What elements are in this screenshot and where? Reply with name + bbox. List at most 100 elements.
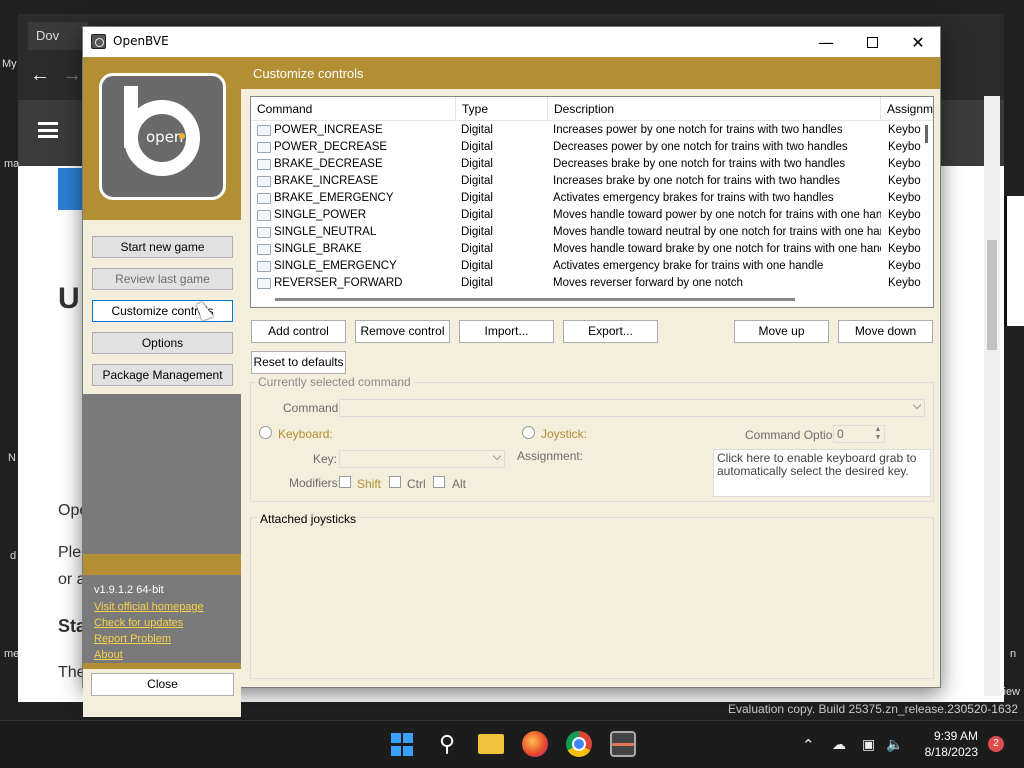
notification-badge[interactable]: 2 — [988, 736, 1004, 752]
key-label: Key: — [313, 452, 338, 466]
move-down-button[interactable]: Move down — [838, 320, 933, 343]
close-button[interactable]: Close — [91, 673, 234, 696]
clock[interactable]: 9:39 AM 8/18/2023 — [916, 728, 978, 760]
list-horizontal-thumb[interactable] — [275, 298, 795, 301]
desktop-label: me — [4, 648, 20, 660]
about-link[interactable]: About — [94, 649, 123, 661]
close-window-button[interactable]: ✕ — [895, 27, 941, 57]
joystick-radio[interactable] — [522, 426, 535, 439]
reset-defaults-button[interactable]: Reset to defaults — [251, 351, 346, 374]
network-icon[interactable]: ▣ — [862, 736, 875, 753]
desktop-label: My — [2, 58, 17, 70]
chevron-down-icon — [492, 451, 502, 461]
add-control-button[interactable]: Add control — [251, 320, 346, 343]
browser-scrollbar-thumb[interactable] — [987, 240, 997, 350]
clock-time: 9:39 AM — [933, 729, 978, 743]
review-last-game-button[interactable]: Review last game — [92, 268, 233, 290]
table-row[interactable]: BRAKE_INCREASE Digital Increases brake by … — [251, 173, 933, 190]
active-app-indicator — [612, 743, 634, 746]
command-dropdown[interactable] — [339, 399, 925, 417]
left-pane: open Start new game Review last game Cus… — [83, 57, 241, 717]
cell-assignment: Keyboard — [888, 226, 921, 238]
cell-description: Moves reverser forward by one notch — [553, 277, 743, 289]
report-problem-link[interactable]: Report Problem — [94, 633, 171, 645]
column-header-assignment[interactable]: Assignment — [881, 97, 933, 121]
maximize-button[interactable] — [849, 27, 895, 57]
table-row[interactable]: SINGLE_NEUTRAL Digital Moves handle toward… — [251, 224, 933, 241]
folder-icon — [257, 159, 271, 170]
column-header-command[interactable]: Command — [251, 97, 456, 121]
command-label: Command: — [283, 401, 342, 415]
evaluation-watermark: Evaluation copy. Build 25375.zn_release.… — [728, 702, 1018, 716]
command-option-spinner[interactable]: 0 ▲ ▼ — [833, 425, 885, 443]
cell-assignment: Keyboard — [888, 141, 921, 153]
start-new-game-button[interactable]: Start new game — [92, 236, 233, 258]
table-row[interactable]: SINGLE_EMERGENCY Digital Activates emergen… — [251, 258, 933, 275]
file-explorer-icon[interactable] — [478, 734, 504, 754]
page-title: Customize controls — [253, 66, 364, 81]
desktop-label: ma — [4, 158, 20, 170]
table-row[interactable]: SINGLE_POWER Digital Moves handle toward p… — [251, 207, 933, 224]
search-icon[interactable]: ⚲ — [434, 731, 460, 757]
spin-up-icon[interactable]: ▲ — [872, 426, 884, 434]
keyboard-label: Keyboard: — [278, 427, 333, 441]
spin-down-icon[interactable]: ▼ — [872, 434, 884, 442]
move-up-button[interactable]: Move up — [734, 320, 829, 343]
title-bar[interactable]: OpenBVE — ✕ — [83, 27, 940, 57]
alt-checkbox[interactable] — [433, 476, 445, 488]
controls-list[interactable]: Command Type Description Assignment POWE… — [250, 96, 934, 308]
openbve-window: OpenBVE — ✕ open Start new game Review l… — [82, 26, 941, 717]
export-button[interactable]: Export... — [563, 320, 658, 343]
ctrl-checkbox[interactable] — [389, 476, 401, 488]
window-title: OpenBVE — [113, 34, 169, 48]
cell-command: POWER_INCREASE — [274, 124, 383, 136]
browser-scrollbar[interactable] — [984, 96, 1000, 696]
table-row[interactable]: BRAKE_DECREASE Digital Decreases brake by … — [251, 156, 933, 173]
import-button[interactable]: Import... — [459, 320, 554, 343]
table-row[interactable]: POWER_INCREASE Digital Increases power by … — [251, 122, 933, 139]
keyboard-radio[interactable] — [259, 426, 272, 439]
windows-start-icon[interactable] — [390, 731, 414, 757]
folder-icon — [257, 176, 271, 187]
visit-homepage-link[interactable]: Visit official homepage — [94, 601, 204, 613]
table-row[interactable]: BRAKE_EMERGENCY Digital Activates emergenc… — [251, 190, 933, 207]
shift-checkbox[interactable] — [339, 476, 351, 488]
check-updates-link[interactable]: Check for updates — [94, 617, 183, 629]
cell-type: Digital — [461, 175, 493, 187]
joystick-label: Joystick: — [541, 427, 588, 441]
maximize-icon — [866, 36, 878, 48]
column-header-description[interactable]: Description — [548, 97, 881, 121]
keyboard-grab-hint[interactable]: Click here to enable keyboard grab to au… — [713, 449, 931, 497]
version-label: v1.9.1.2 64-bit — [94, 584, 164, 596]
cell-description: Moves handle toward neutral by one notch… — [553, 226, 881, 238]
cell-type: Digital — [461, 141, 493, 153]
cell-assignment: Keyboard — [888, 277, 921, 289]
column-header-type[interactable]: Type — [456, 97, 548, 121]
list-vertical-thumb[interactable] — [925, 125, 928, 143]
key-dropdown[interactable] — [339, 450, 505, 468]
cloud-icon[interactable]: ☁ — [832, 736, 846, 753]
back-arrow-icon[interactable]: ← — [30, 64, 50, 87]
list-vertical-scrollbar[interactable] — [921, 121, 933, 307]
chevron-up-icon[interactable]: ⌃ — [802, 736, 815, 754]
forward-arrow-icon[interactable]: → — [62, 64, 82, 87]
table-row[interactable]: POWER_DECREASE Digital Decreases power by … — [251, 139, 933, 156]
table-row[interactable]: REVERSER_FORWARD Digital Moves reverser fo… — [251, 275, 933, 292]
package-management-button[interactable]: Package Management — [92, 364, 233, 386]
folder-icon — [257, 244, 271, 255]
shift-label: Shift — [357, 477, 382, 491]
chevron-down-icon — [912, 400, 922, 410]
desktop-label: N — [8, 452, 16, 464]
chrome-icon[interactable] — [566, 731, 592, 757]
volume-icon[interactable]: 🔈 — [886, 736, 903, 753]
nav-empty-area — [83, 394, 241, 554]
web-text-fragment: Ple — [58, 544, 82, 561]
hamburger-menu-icon[interactable] — [38, 122, 58, 138]
minimize-button[interactable]: — — [803, 27, 849, 57]
cell-description: Activates emergency brake for trains wit… — [553, 260, 824, 272]
browser-tab[interactable]: Dov — [28, 22, 88, 50]
table-row[interactable]: SINGLE_BRAKE Digital Moves handle toward b… — [251, 241, 933, 258]
remove-control-button[interactable]: Remove control — [355, 320, 450, 343]
firefox-icon[interactable] — [522, 731, 548, 757]
options-button[interactable]: Options — [92, 332, 233, 354]
